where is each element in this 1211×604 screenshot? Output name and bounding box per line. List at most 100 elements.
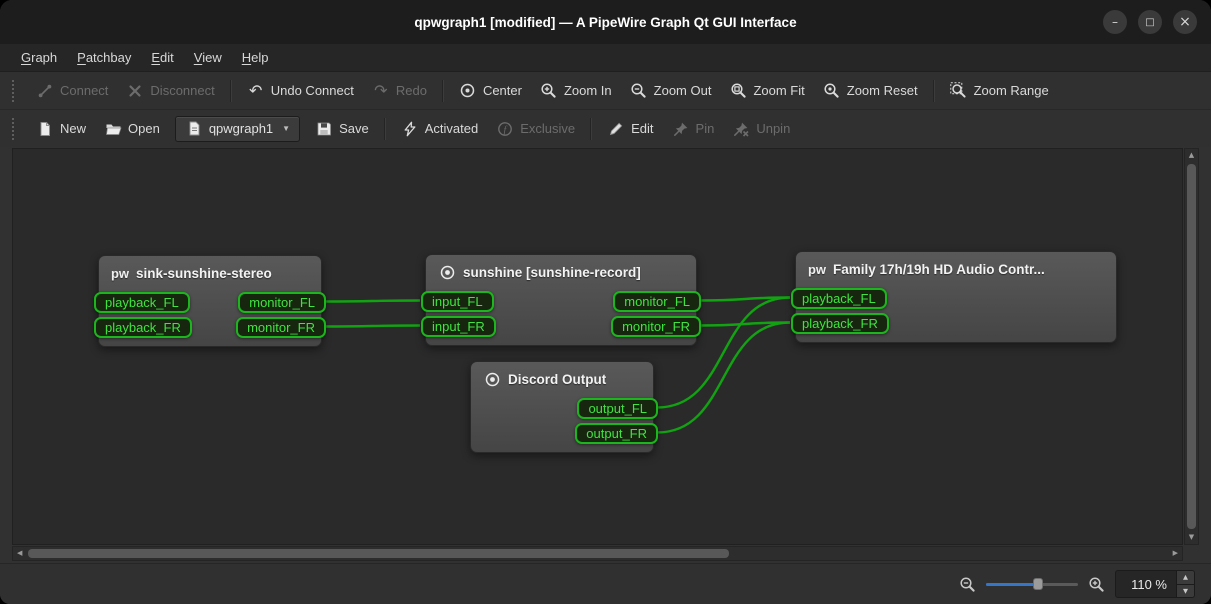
pin-button: Pin [664,115,723,143]
node-discord-output[interactable]: Discord Outputoutput_FLoutput_FR [470,361,654,453]
connect-icon [36,82,54,100]
toolbar-label: Pin [696,121,715,136]
node-sink-sunshine-stereo[interactable]: pwsink-sunshine-stereoplayback_FLmonitor… [98,255,322,347]
unpin-icon [732,120,750,138]
zoom-in-icon[interactable] [1088,576,1105,593]
scroll-right-arrow[interactable]: ▶ [1173,550,1178,557]
wire-sink-sunshine-stereo-to-sunshine[interactable] [325,301,420,302]
toolbar-label: Activated [425,121,478,136]
toolbar-label: Redo [396,83,427,98]
toolbar-handle[interactable] [12,80,18,102]
menu-graph[interactable]: Graph [12,47,66,68]
toolbar-separator [933,80,935,102]
toolbar-label: Zoom Out [654,83,712,98]
edit-button[interactable]: Edit [599,115,661,143]
scroll-down-arrow[interactable]: ▼ [1185,534,1198,541]
zoom-slider[interactable] [986,575,1078,593]
svg-text:f: f [504,124,508,135]
activated-button[interactable]: Activated [393,115,486,143]
menubar: GraphPatchbayEditViewHelp [0,44,1211,72]
node-family-audio[interactable]: pwFamily 17h/19h HD Audio Contr...playba… [795,251,1117,343]
node-sunshine[interactable]: sunshine [sunshine-record]input_FLmonito… [425,254,697,346]
port-row: input_FRmonitor_FR [426,314,696,339]
toolbar-graph-actions: ConnectDisconnect↶Undo Connect↷RedoCente… [0,72,1211,109]
port-monitor_FR[interactable]: monitor_FR [611,316,701,337]
wire-sunshine-to-family-audio[interactable] [700,298,790,301]
wire-sink-sunshine-stereo-to-sunshine[interactable] [325,326,420,327]
menu-view[interactable]: View [185,47,231,68]
zoom-slider-thumb[interactable] [1033,578,1043,590]
minimize-button[interactable]: – [1103,10,1127,34]
save-button[interactable]: Save [307,115,377,143]
node-title-bar[interactable]: pw sink-sunshine-stereo [99,256,321,290]
open-icon [104,120,122,138]
pipewire-icon: pw [808,260,826,278]
port-output_FL[interactable]: output_FL [577,398,658,419]
zoom-reset-button[interactable]: Zoom Reset [815,77,926,105]
port-playback_FR[interactable]: playback_FR [791,313,889,334]
menu-edit[interactable]: Edit [142,47,182,68]
port-row: output_FL [471,396,653,421]
toolbar-label: Edit [631,121,653,136]
zoom-range-button[interactable]: Zoom Range [942,77,1057,105]
toolbar-handle[interactable] [12,118,18,140]
wire-sunshine-to-family-audio[interactable] [700,323,790,326]
pipewire-icon: pw [111,264,129,282]
port-playback_FL[interactable]: playback_FL [94,292,190,313]
zoom-out-icon[interactable] [959,576,976,593]
toolbar-label: Exclusive [520,121,575,136]
port-output_FR[interactable]: output_FR [575,423,658,444]
node-title: sink-sunshine-stereo [136,266,272,281]
zoom-spin-down-button[interactable]: ▼ [1177,584,1194,598]
zoom-fit-button[interactable]: Zoom Fit [721,77,812,105]
center-button[interactable]: Center [451,77,530,105]
graph-canvas[interactable]: pwsink-sunshine-stereoplayback_FLmonitor… [12,148,1183,545]
port-playback_FR[interactable]: playback_FR [94,317,192,338]
port-monitor_FL[interactable]: monitor_FL [238,292,326,313]
close-icon: × [1179,14,1191,30]
zoom-spin-up-button[interactable]: ▲ [1177,571,1194,584]
open-button[interactable]: Open [96,115,168,143]
horizontal-scrollbar-thumb[interactable] [28,549,729,558]
toolbar-separator [442,80,444,102]
toolbar-label: Center [483,83,522,98]
zoom-in-button[interactable]: Zoom In [532,77,620,105]
node-title-bar[interactable]: Discord Output [471,362,653,396]
zoom-out-icon [630,82,648,100]
center-icon [459,82,477,100]
record-icon [483,370,501,388]
port-row: input_FLmonitor_FL [426,289,696,314]
horizontal-scrollbar[interactable]: ◀ ▶ [12,546,1183,561]
port-playback_FL[interactable]: playback_FL [791,288,887,309]
menu-help[interactable]: Help [233,47,278,68]
new-button[interactable]: New [28,115,94,143]
activated-icon [401,120,419,138]
node-title-bar[interactable]: pwFamily 17h/19h HD Audio Contr... [796,252,1116,286]
toolbar-separator [384,118,386,140]
port-monitor_FR[interactable]: monitor_FR [236,317,326,338]
toolbar-label: Zoom Fit [753,83,804,98]
vertical-scrollbar-thumb[interactable] [1187,164,1196,529]
maximize-button[interactable]: □ [1138,10,1162,34]
scroll-left-arrow[interactable]: ◀ [17,550,22,557]
patchbay-selector[interactable]: qpwgraph1▼ [175,116,300,142]
port-input_FL[interactable]: input_FL [421,291,494,312]
menu-patchbay[interactable]: Patchbay [68,47,140,68]
scroll-up-arrow[interactable]: ▲ [1185,152,1198,159]
zoom-out-button[interactable]: Zoom Out [622,77,720,105]
toolbar-label: Zoom In [564,83,612,98]
port-spacer [471,408,472,409]
port-input_FR[interactable]: input_FR [421,316,496,337]
vertical-scrollbar[interactable]: ▲ ▼ [1184,148,1199,545]
zoom-spinbox[interactable]: 110 % ▲ ▼ [1115,570,1195,598]
edit-icon [607,120,625,138]
app-window: qpwgraph1 [modified] — A PipeWire Graph … [0,0,1211,604]
new-icon [36,120,54,138]
node-title-bar[interactable]: sunshine [sunshine-record] [426,255,696,289]
redo-icon: ↷ [372,82,390,100]
close-button[interactable]: × [1173,10,1197,34]
undo-connect-button[interactable]: ↶Undo Connect [239,77,362,105]
exclusive-icon: f [496,120,514,138]
titlebar[interactable]: qpwgraph1 [modified] — A PipeWire Graph … [0,0,1211,44]
port-monitor_FL[interactable]: monitor_FL [613,291,701,312]
